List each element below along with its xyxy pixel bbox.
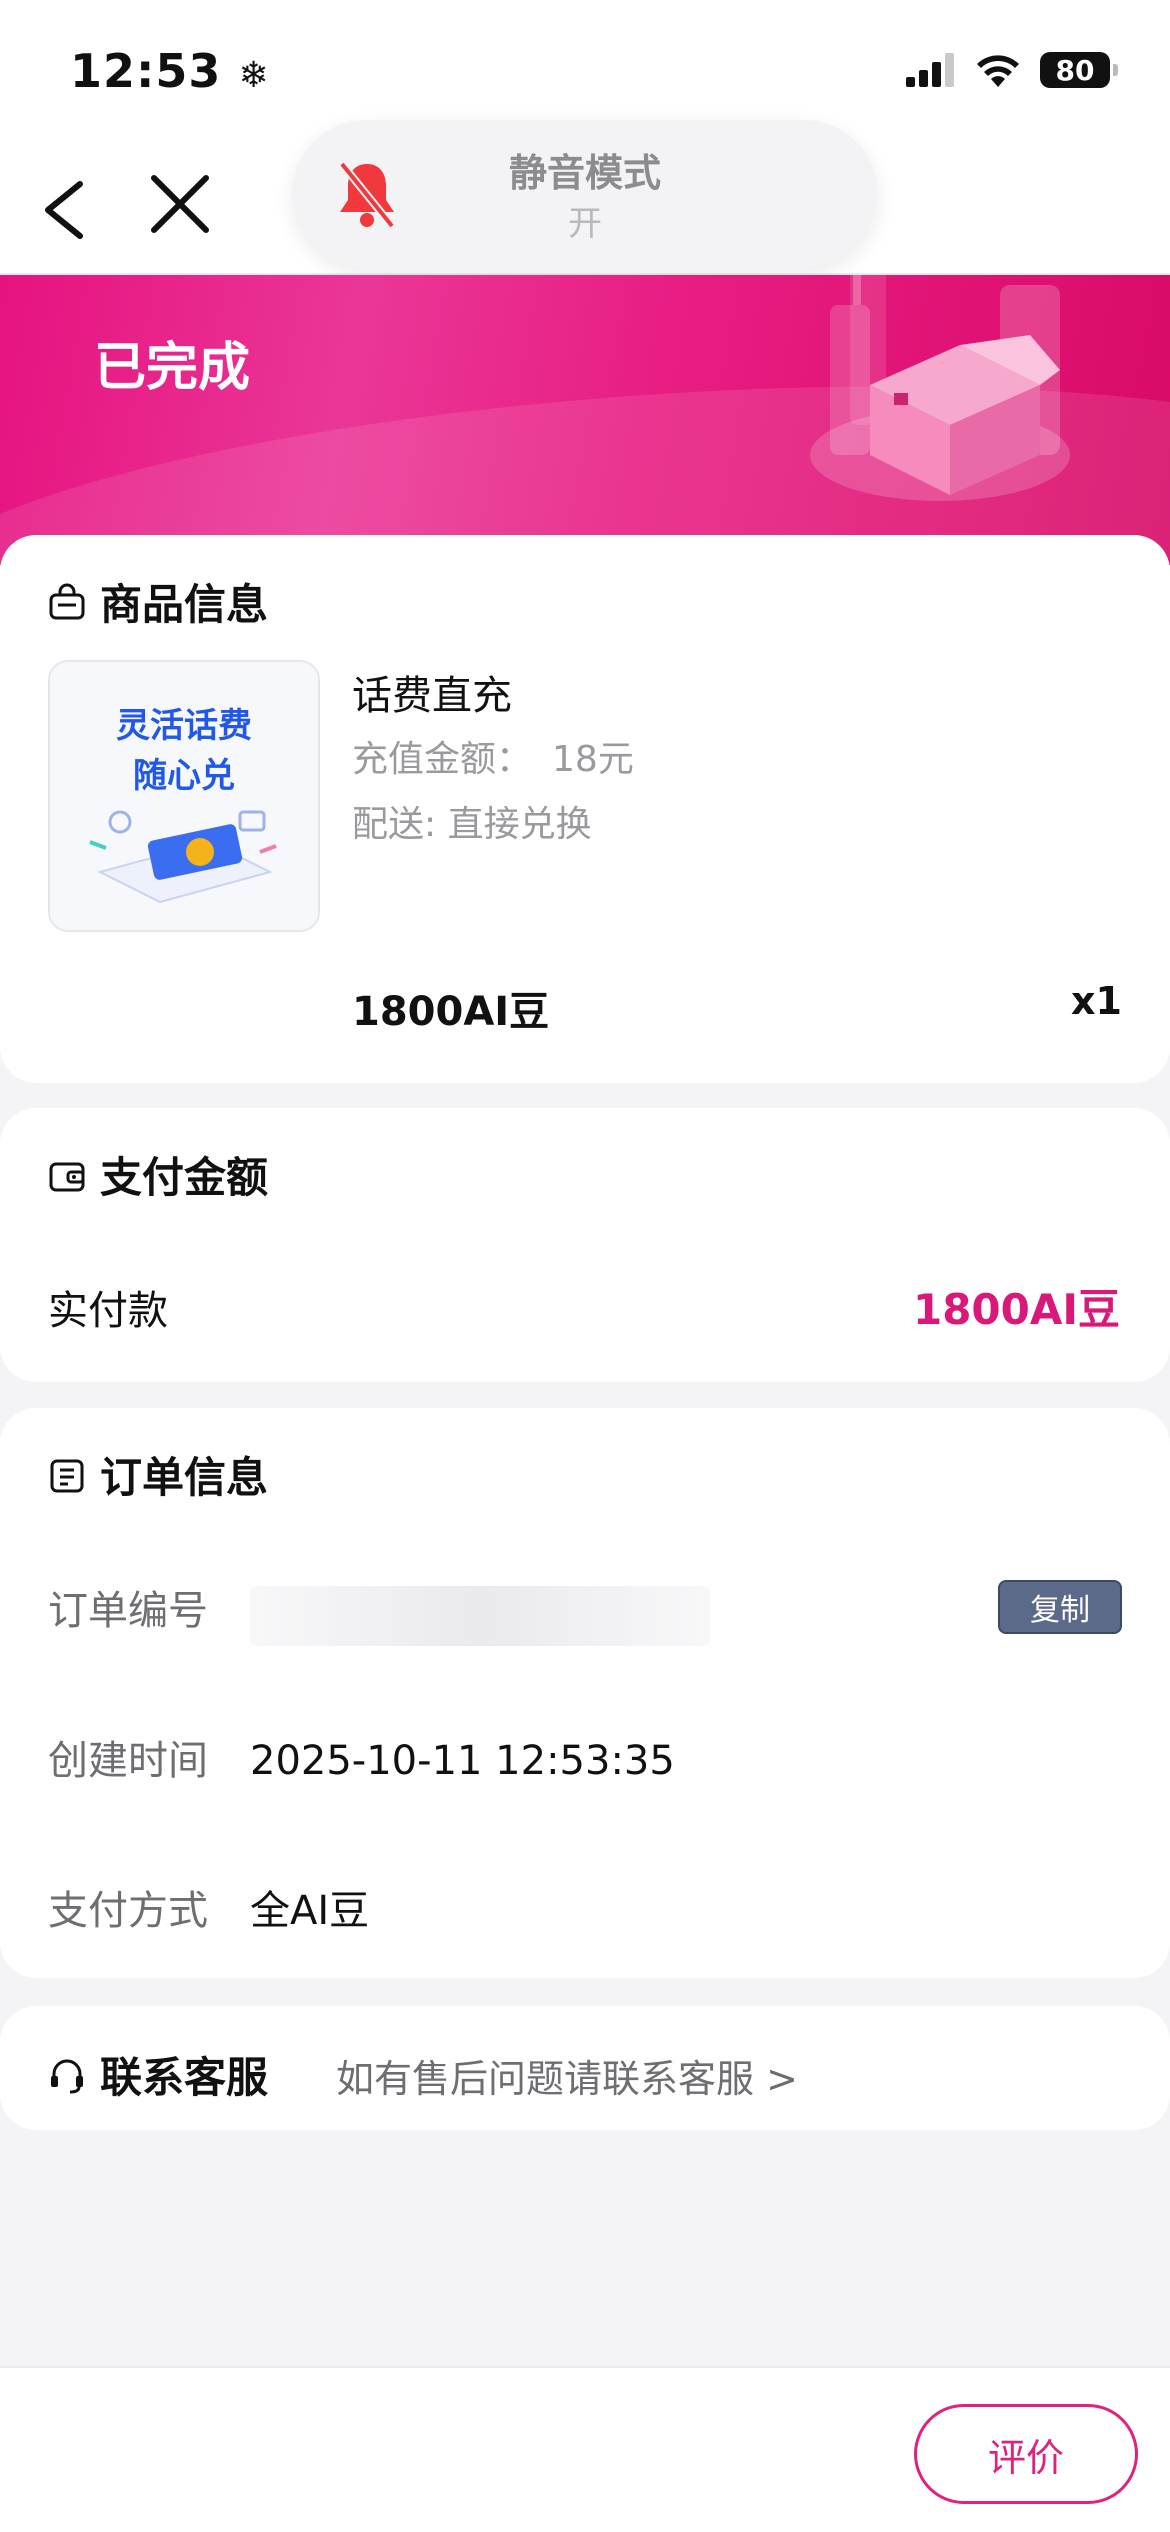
silent-mode-banner: 静音模式 开: [292, 120, 878, 268]
snowflake-icon: ❄: [238, 55, 270, 96]
review-button[interactable]: 评价: [914, 2404, 1138, 2504]
thumb-line-2: 随心兑: [133, 756, 235, 796]
bag-icon: [49, 583, 85, 619]
order-status-banner: 已完成: [0, 275, 1170, 565]
status-time: 12:53 ❄: [70, 44, 270, 98]
headset-icon: [51, 2059, 83, 2093]
pay-method-row: 支付方式 全AI豆: [48, 1878, 369, 1936]
paid-label: 实付款: [48, 1288, 168, 1334]
paid-value: 1800AI豆: [912, 1285, 1120, 1334]
order-number-label: 订单编号: [48, 1588, 208, 1634]
wifi-icon: [977, 55, 1019, 87]
clipboard-icon: [50, 1459, 84, 1492]
product-price: 1800AI豆: [352, 989, 550, 1035]
thumb-line-1: 灵活话费: [116, 706, 252, 746]
product-info-card: 商品信息 灵活话费 随心兑 话费直充 充值金额： 18元 配送: 直接兑换 180…: [0, 535, 1170, 1083]
status-indicators: 80: [906, 52, 1118, 88]
status-time-text: 12:53: [70, 44, 222, 98]
silent-mode-state: 开: [568, 204, 602, 244]
product-amount: 充值金额： 18元: [352, 730, 634, 782]
order-info-header: 订单信息: [48, 1444, 268, 1505]
wallet-icon: [49, 1162, 85, 1191]
pay-method-value: 全AI豆: [250, 1888, 370, 1934]
payment-title: 支付金额: [100, 1153, 269, 1202]
battery-level: 80: [1055, 53, 1095, 87]
bottom-action-bar: 评价: [0, 2366, 1170, 2532]
order-info-title: 订单信息: [100, 1453, 269, 1502]
pay-method-label: 支付方式: [48, 1888, 208, 1934]
status-bar: 12:53 ❄ 80: [0, 0, 1170, 140]
signal-icon: [906, 53, 954, 87]
customer-service-link[interactable]: 如有售后问题请联系客服 >: [336, 2048, 798, 2103]
copy-button[interactable]: 复制: [998, 1580, 1122, 1634]
payment-card: 支付金额 实付款 1800AI豆: [0, 1108, 1170, 1382]
order-info-card: 订单信息 订单编号 复制 创建时间 2025-10-11 12:53:35 支付方…: [0, 1408, 1170, 1978]
order-number-row: 订单编号: [48, 1578, 250, 1636]
created-time-label: 创建时间: [48, 1738, 208, 1784]
order-number-redacted: [250, 1586, 710, 1646]
amount-value: 18元: [552, 739, 634, 780]
customer-service-title: 联系客服: [100, 2053, 269, 2102]
customer-service-header: 联系客服: [48, 2044, 268, 2105]
nav-bar: 静音模式 开: [0, 120, 1170, 275]
created-time-row: 创建时间 2025-10-11 12:53:35: [48, 1728, 675, 1786]
product-info-title: 商品信息: [100, 580, 269, 629]
order-status-text: 已完成: [94, 338, 251, 398]
created-time-value: 2025-10-11 12:53:35: [250, 1738, 675, 1784]
product-info-header: 商品信息: [48, 571, 268, 632]
product-quantity: x1: [1071, 979, 1122, 1023]
back-icon[interactable]: [36, 170, 96, 250]
amount-label: 充值金额：: [352, 739, 533, 780]
product-delivery: 配送: 直接兑换: [352, 804, 592, 845]
product-thumbnail[interactable]: 灵活话费 随心兑: [48, 660, 320, 932]
silent-mode-title: 静音模式: [508, 151, 661, 195]
product-name: 话费直充: [352, 673, 512, 719]
package-illustration: [810, 275, 1070, 501]
close-icon[interactable]: [148, 172, 212, 236]
thumb-illustration: [89, 810, 277, 904]
customer-service-card[interactable]: 联系客服 如有售后问题请联系客服 >: [0, 2006, 1170, 2130]
payment-header: 支付金额: [48, 1144, 268, 1205]
battery-icon: 80: [1040, 52, 1118, 88]
